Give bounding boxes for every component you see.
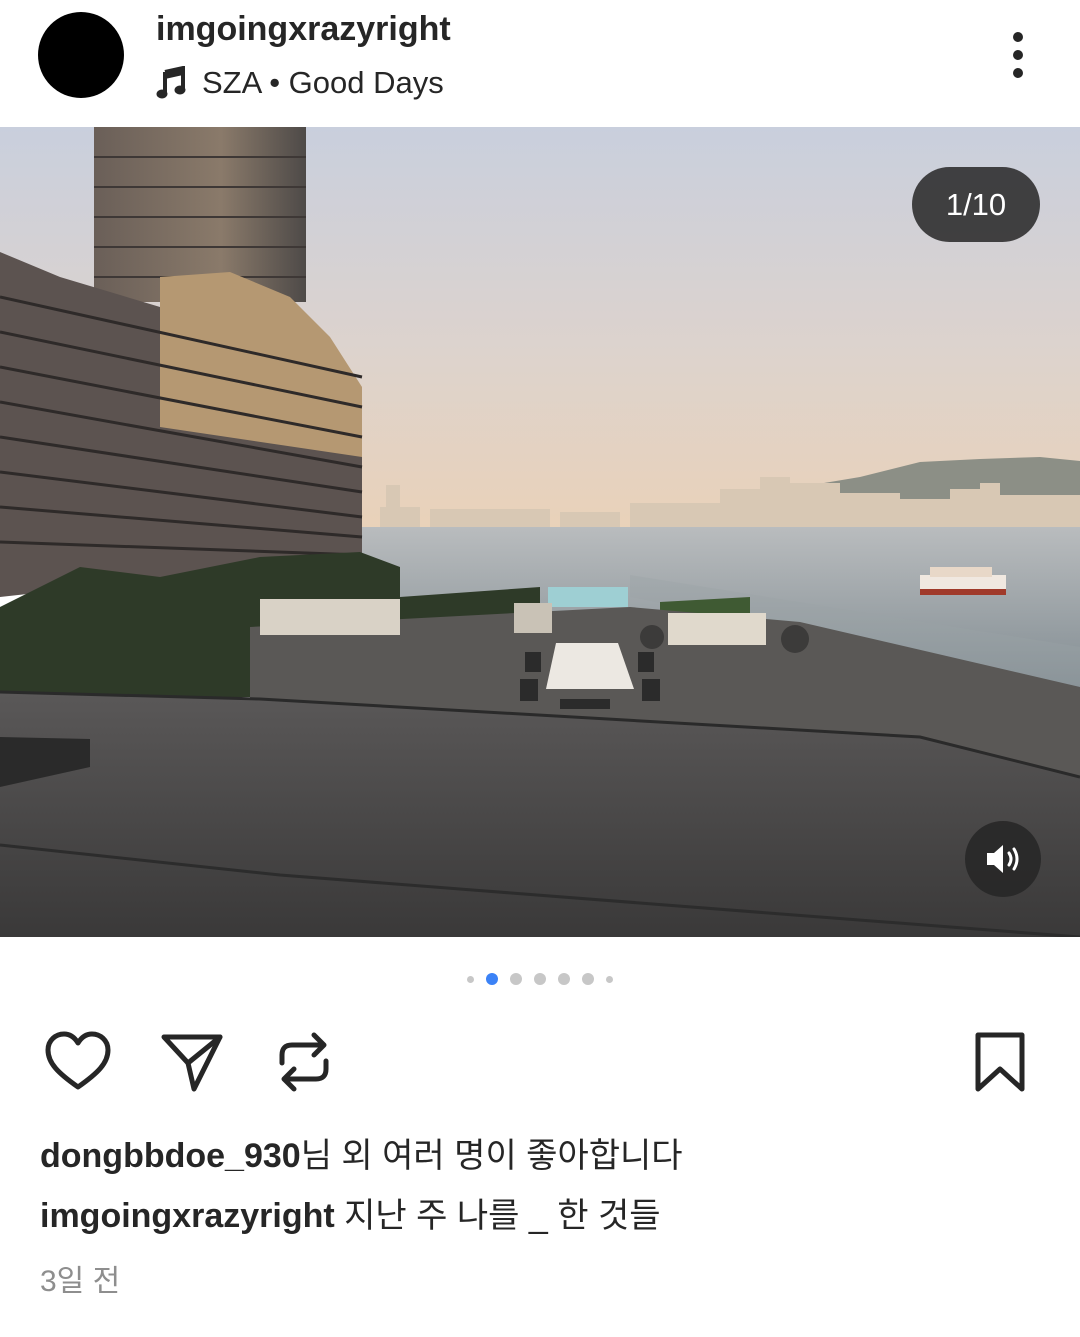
carousel-dot — [558, 973, 570, 985]
caption-username[interactable]: imgoingxrazyright — [40, 1197, 335, 1235]
like-button[interactable] — [44, 1028, 112, 1096]
carousel-dot — [534, 973, 546, 985]
heart-icon — [45, 1031, 111, 1090]
share-button[interactable] — [158, 1028, 226, 1096]
carousel-dot — [606, 975, 613, 983]
repost-button[interactable] — [270, 1028, 338, 1096]
avatar[interactable] — [38, 12, 124, 98]
bookmark-icon — [975, 1032, 1025, 1092]
repost-icon — [279, 1032, 329, 1092]
carousel-dot — [582, 973, 594, 985]
carousel-dot — [467, 975, 474, 983]
carousel-indicator — [0, 968, 1080, 990]
caption-text: 지난 주 나를 _ 한 것들 — [334, 1197, 661, 1235]
carousel-dot-active — [486, 973, 498, 985]
more-options-button[interactable] — [994, 28, 1042, 82]
post-image[interactable]: 1/10 — [0, 127, 1080, 937]
image-counter: 1/10 — [912, 167, 1040, 242]
save-button[interactable] — [966, 1028, 1034, 1096]
music-link[interactable]: SZA • Good Days — [156, 62, 444, 104]
post-caption: imgoingxrazyright 지난 주 나를 _ 한 것들 — [40, 1188, 661, 1237]
post-action-bar — [0, 1020, 1080, 1100]
speaker-volume-icon — [987, 845, 1019, 873]
music-title: SZA • Good Days — [202, 65, 444, 100]
likes-text: 님 외 여러 명이 좋아합니다 — [300, 1137, 683, 1175]
carousel-dot — [510, 973, 522, 985]
post-timestamp: 3일 전 — [40, 1265, 121, 1298]
liked-by-username[interactable]: dongbbdoe_930 — [40, 1137, 301, 1175]
username[interactable]: imgoingxrazyright — [156, 10, 451, 49]
paper-plane-icon — [161, 1034, 223, 1092]
likes-summary[interactable]: dongbbdoe_930님 외 여러 명이 좋아합니다 — [40, 1128, 683, 1177]
more-vertical-icon — [1013, 32, 1023, 42]
sound-toggle-button[interactable] — [965, 821, 1041, 897]
rooftop-harbour-photo — [0, 127, 1080, 937]
post-header: imgoingxrazyright SZA • Good Days — [0, 0, 1080, 127]
music-note-icon — [156, 66, 186, 99]
